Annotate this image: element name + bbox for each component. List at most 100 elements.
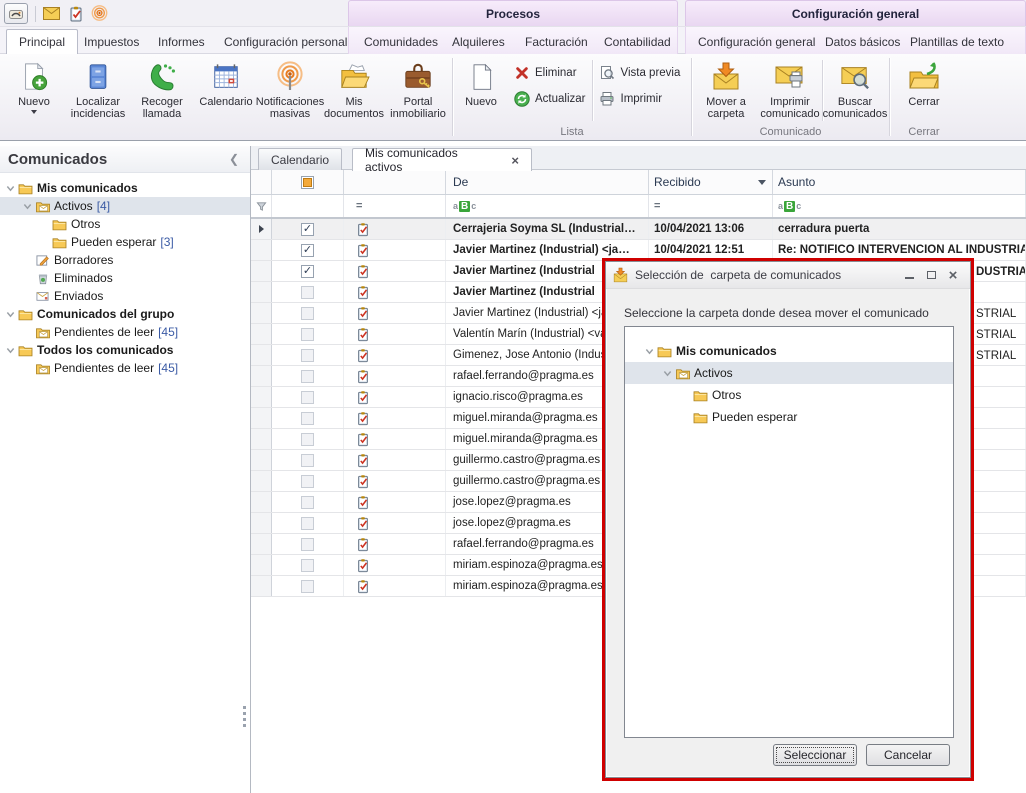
row-checkbox[interactable]: [272, 303, 344, 323]
dialog-titlebar[interactable]: Selección de carpeta de comunicados ×: [606, 262, 970, 289]
seleccionar-button[interactable]: Seleccionar: [773, 744, 857, 766]
archive-cabinet-icon: [84, 60, 112, 94]
row-indicator: [251, 366, 272, 386]
filter-cell-checkbox[interactable]: [272, 195, 344, 217]
tab-principal[interactable]: Principal: [6, 29, 78, 54]
tab-comunidades[interactable]: Comunidades: [352, 29, 450, 54]
row-checkbox[interactable]: ✓: [272, 261, 344, 281]
tree-item-activos[interactable]: Activos[4]: [0, 197, 250, 215]
title-strip: Procesos Configuración general: [0, 0, 1026, 27]
filter-cell-recibido[interactable]: =: [649, 195, 773, 217]
tree-item-enviados[interactable]: Enviados: [0, 287, 250, 305]
tab-impuestos[interactable]: Impuestos: [72, 29, 151, 54]
tree-item-comunicados-del-grupo[interactable]: Comunicados del grupo: [0, 305, 250, 323]
select-all-column-header[interactable]: [272, 170, 344, 194]
select-all-checkbox-icon[interactable]: [301, 176, 314, 189]
row-checkbox[interactable]: ✓: [272, 219, 344, 239]
row-checkbox[interactable]: [272, 450, 344, 470]
tree-item-borradores[interactable]: Borradores: [0, 251, 250, 269]
row-checkbox[interactable]: [272, 345, 344, 365]
filter-cell-icon[interactable]: =: [344, 195, 446, 217]
mis-documentos-button[interactable]: Mis documentos: [322, 56, 386, 124]
nuevo-button[interactable]: Nuevo: [2, 56, 66, 118]
row-checkbox[interactable]: [272, 576, 344, 596]
filter-cell-de[interactable]: aBc: [446, 195, 649, 217]
portal-button[interactable]: Portal inmobiliario: [386, 56, 450, 124]
tree-item-mis-comunicados[interactable]: Mis comunicados: [0, 179, 250, 197]
tree-item-mis-comunicados[interactable]: Mis comunicados: [625, 340, 953, 362]
row-checkbox[interactable]: [272, 471, 344, 491]
row-checkbox[interactable]: [272, 513, 344, 533]
actualizar-button[interactable]: Actualizar: [513, 90, 586, 107]
chevron-expanded-icon[interactable]: [643, 347, 656, 356]
tab-mis-comunicados-activos[interactable]: Mis comunicados activos ×: [352, 148, 532, 171]
chevron-expanded-icon[interactable]: [21, 202, 34, 211]
close-tab-icon[interactable]: ×: [511, 153, 519, 168]
row-checkbox[interactable]: [272, 366, 344, 386]
tab-facturacion[interactable]: Facturación: [513, 29, 600, 54]
tab-calendario[interactable]: Calendario: [258, 148, 342, 170]
imprimir-button[interactable]: Imprimir comunicado: [758, 56, 822, 125]
column-header-asunto[interactable]: Asunto: [773, 170, 1026, 194]
tab-plantillas-texto[interactable]: Plantillas de texto: [898, 29, 1016, 54]
tab-alquileres[interactable]: Alquileres: [440, 29, 517, 54]
chevron-expanded-icon[interactable]: [4, 346, 17, 355]
filter-cell-asunto[interactable]: aBc: [773, 195, 1026, 217]
cancelar-button[interactable]: Cancelar: [866, 744, 950, 766]
recoger-button[interactable]: Recoger llamada: [130, 56, 194, 124]
collapse-sidebar-icon[interactable]: ❮: [226, 152, 242, 166]
chevron-expanded-icon[interactable]: [661, 369, 674, 378]
tree-item-pueden-esperar[interactable]: Pueden esperar: [625, 406, 953, 428]
column-header-recibido[interactable]: Recibido: [649, 170, 773, 194]
funnel-icon[interactable]: [251, 195, 272, 217]
broadcast-icon[interactable]: [91, 5, 108, 22]
localizar-button[interactable]: Localizar incidencias: [66, 56, 130, 124]
row-checkbox[interactable]: [272, 555, 344, 575]
eliminar-button[interactable]: Eliminar: [513, 64, 586, 81]
mail-icon[interactable]: [43, 5, 60, 22]
tab-configuracion-general[interactable]: Configuración general: [686, 29, 827, 54]
tree-item-todos-los-comunicados[interactable]: Todos los comunicados: [0, 341, 250, 359]
row-checkbox[interactable]: [272, 429, 344, 449]
imprimir-button[interactable]: Imprimir: [599, 90, 681, 107]
calendario-button[interactable]: Calendario: [194, 56, 258, 112]
tab-informes[interactable]: Informes: [146, 29, 217, 54]
cell-recibido: 10/04/2021 13:06: [649, 219, 773, 239]
tree-item-pueden-esperar[interactable]: Pueden esperar[3]: [0, 233, 250, 251]
tree-item-otros[interactable]: Otros: [625, 384, 953, 406]
row-indicator: [251, 576, 272, 596]
tree-item-otros[interactable]: Otros: [0, 215, 250, 233]
row-checkbox[interactable]: [272, 534, 344, 554]
row-checkbox[interactable]: [272, 282, 344, 302]
contextual-group-config: Configuración general: [685, 0, 1026, 26]
minimize-icon[interactable]: [898, 267, 920, 283]
tab-contabilidad[interactable]: Contabilidad: [592, 29, 683, 54]
row-checkbox[interactable]: [272, 387, 344, 407]
chevron-expanded-icon[interactable]: [4, 310, 17, 319]
row-checkbox[interactable]: [272, 492, 344, 512]
tree-item-eliminados[interactable]: Eliminados: [0, 269, 250, 287]
restore-icon[interactable]: [920, 267, 942, 283]
buscar-button[interactable]: Buscar comunicados: [823, 56, 887, 125]
table-row[interactable]: ✓Cerrajeria Soyma SL (Industrial…10/04/2…: [251, 219, 1026, 240]
cell-asunto: cerradura puerta: [773, 219, 1026, 239]
tab-configuracion-personal[interactable]: Configuración personal: [212, 29, 359, 54]
tree-item-pendientes-de-leer[interactable]: Pendientes de leer[45]: [0, 359, 250, 377]
tree-item-activos[interactable]: Activos: [625, 362, 953, 384]
splitter-grip-icon[interactable]: [243, 706, 247, 727]
mover-a-button[interactable]: Mover a carpeta: [694, 56, 758, 125]
nuevo-list-button[interactable]: Nuevo: [455, 56, 507, 125]
row-checkbox[interactable]: ✓: [272, 240, 344, 260]
cell-recibido: 10/04/2021 12:51: [649, 240, 773, 260]
close-icon[interactable]: ×: [942, 267, 964, 283]
vista-previa-button[interactable]: Vista previa: [599, 64, 681, 81]
chevron-expanded-icon[interactable]: [4, 184, 17, 193]
cerrar-button[interactable]: Cerrar: [892, 56, 956, 125]
clipboard-check-icon: [344, 303, 446, 323]
row-checkbox[interactable]: [272, 324, 344, 344]
tree-item-pendientes-de-leer[interactable]: Pendientes de leer[45]: [0, 323, 250, 341]
clipboard-check-icon[interactable]: [67, 5, 84, 22]
phone-icon[interactable]: [4, 3, 28, 24]
row-checkbox[interactable]: [272, 408, 344, 428]
notificaciones-button[interactable]: Notificaciones masivas: [258, 56, 322, 124]
